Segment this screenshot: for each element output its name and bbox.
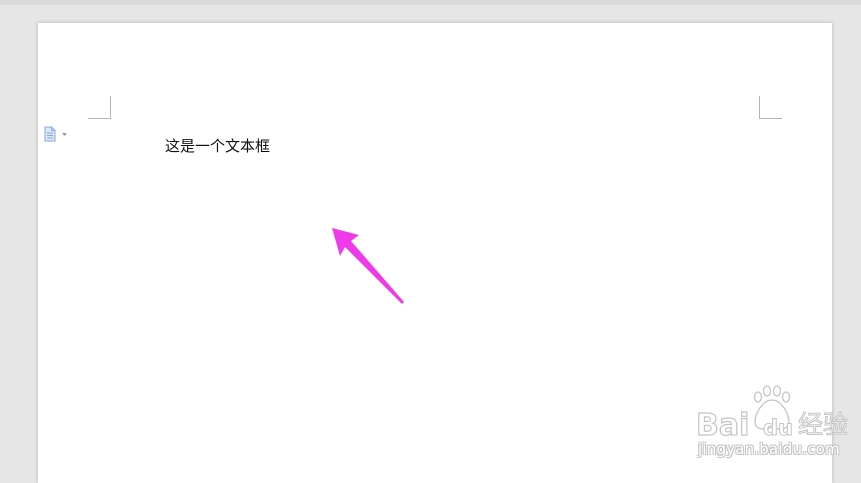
top-left-margin-mark [88, 96, 111, 119]
top-right-margin-mark [759, 96, 782, 119]
document-page[interactable]: 这是一个文本框 Bai du 经验 jingyan.baidu.com [38, 23, 849, 483]
svg-text:du: du [763, 416, 793, 440]
svg-text:经验: 经验 [798, 410, 848, 439]
watermark-url: jingyan.baidu.com [698, 440, 840, 458]
svg-text:Bai: Bai [696, 408, 749, 441]
annotation-arrow [332, 228, 404, 304]
text-box-content[interactable]: 这是一个文本框 [165, 135, 270, 156]
paragraph-options-button[interactable] [44, 126, 70, 142]
small-triangle-down-icon [62, 133, 67, 136]
document-options-icon [44, 126, 67, 142]
baidu-jingyan-logo: Bai du 经验 [695, 385, 849, 441]
baidu-jingyan-watermark: Bai du 经验 jingyan.baidu.com [693, 385, 861, 467]
window-top-strip [0, 0, 861, 5]
